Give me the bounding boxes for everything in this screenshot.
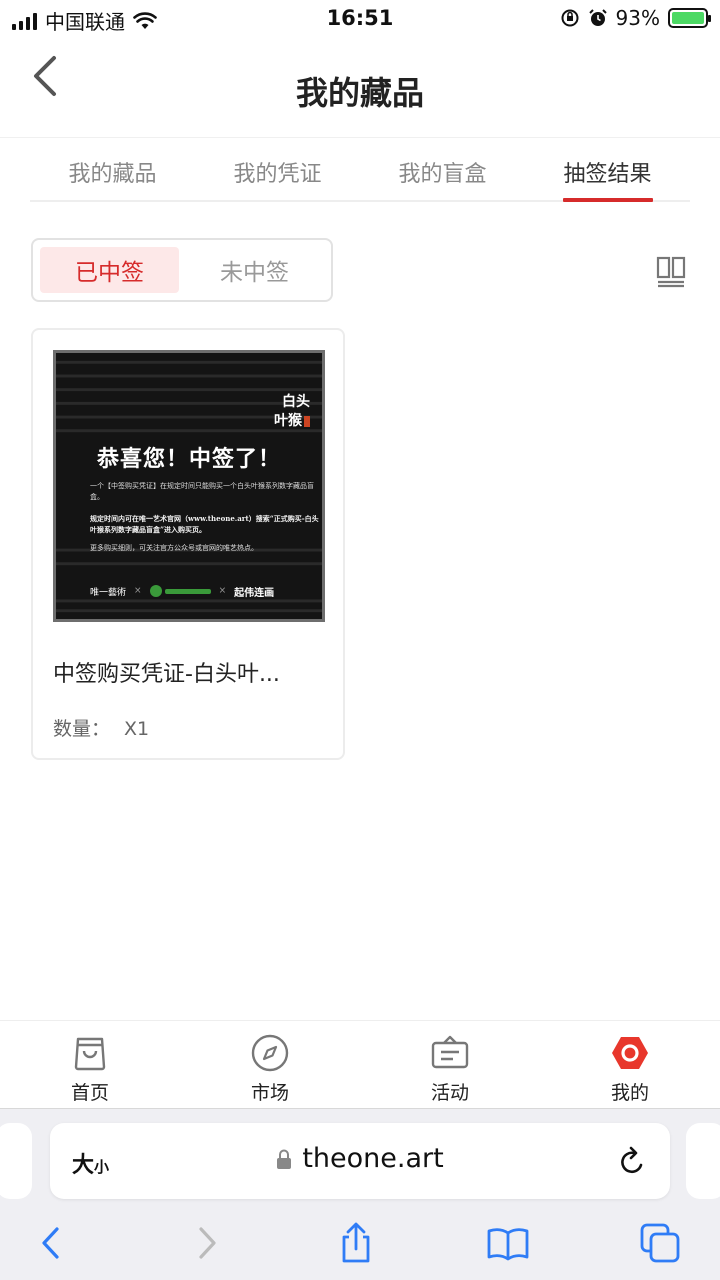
poster-footer-sep-1: × xyxy=(134,586,142,596)
nav-item-activity[interactable]: 活动 xyxy=(360,1021,540,1108)
address-bar[interactable]: 大小 theone.art xyxy=(50,1123,670,1199)
nav-label-mine: 我的 xyxy=(610,1082,649,1104)
tab-draw-results[interactable]: 抽签结果 xyxy=(525,142,690,202)
poster-headline: 恭喜您！中签了！ xyxy=(96,446,281,472)
bottom-nav: 首页 市场 活动 我的 xyxy=(0,1020,720,1108)
browser-back-icon[interactable] xyxy=(30,1221,74,1265)
status-bar: 中国联通 16:51 93% xyxy=(0,0,720,38)
nav-label-market: 市场 xyxy=(250,1082,289,1104)
battery-percent: 93% xyxy=(615,6,660,30)
poster-footer-right: 起伟连画 xyxy=(234,587,275,599)
collection-card[interactable]: 白头 叶猴 恭喜您！中签了！ 一个【中签购买凭证】在规定时间只能购买一个白头叶猴… xyxy=(31,328,345,760)
voucher-poster-image: 白头 叶猴 恭喜您！中签了！ 一个【中签购买凭证】在规定时间只能购买一个白头叶猴… xyxy=(53,350,325,622)
poster-body-2: 规定时间内可在唯一艺术官网（www.theone.art）搜索“正式购买-白头叶… xyxy=(90,514,319,534)
battery-icon xyxy=(668,8,711,28)
quantity-label: 数量： xyxy=(53,718,111,740)
poster-tag: 白头 叶猴 xyxy=(250,393,310,431)
tab-my-collections[interactable]: 我的藏品 xyxy=(30,142,195,200)
quantity-value: X1 xyxy=(124,718,150,740)
orientation-lock-icon xyxy=(561,9,579,27)
poster-footer-left: 唯一藝術 xyxy=(90,587,127,598)
browser-toolbar xyxy=(0,1217,720,1277)
previous-tab-preview[interactable] xyxy=(0,1123,32,1199)
grid-view-icon[interactable] xyxy=(656,256,686,288)
tab-bar: 我的藏品 我的凭证 我的盲盒 抽签结果 xyxy=(30,142,690,202)
poster-tag-line1: 白头 xyxy=(282,394,310,410)
shopping-bag-icon xyxy=(74,1037,106,1071)
alarm-icon xyxy=(588,9,607,26)
tab-my-vouchers[interactable]: 我的凭证 xyxy=(195,142,360,200)
next-tab-preview[interactable] xyxy=(686,1123,720,1199)
tabs-icon[interactable] xyxy=(638,1221,682,1265)
nav-item-home[interactable]: 首页 xyxy=(0,1021,180,1108)
lock-icon xyxy=(277,1149,292,1169)
filter-won-button[interactable]: 已中签 xyxy=(40,247,179,293)
card-quantity: 数量： X1 xyxy=(53,714,149,741)
header: 我的藏品 xyxy=(0,38,720,138)
nav-item-market[interactable]: 市场 xyxy=(180,1021,360,1108)
card-title: 中签购买凭证-白头叶... xyxy=(53,662,280,687)
tab-my-blind-boxes[interactable]: 我的盲盒 xyxy=(360,142,525,200)
bookmarks-icon[interactable] xyxy=(486,1221,530,1265)
url-text: theone.art xyxy=(302,1143,444,1174)
compass-icon xyxy=(251,1034,289,1072)
poster-body-3: 更多购买细则，可关注官方公众号或官网的唯艺热点。 xyxy=(90,544,258,552)
profile-hexagon-icon xyxy=(612,1037,648,1069)
filter-not-won-button[interactable]: 未中签 xyxy=(185,247,324,293)
poster-footer: 唯一藝術 × × 起伟连画 xyxy=(90,581,320,601)
browser-forward-icon[interactable] xyxy=(184,1221,228,1265)
page-title: 我的藏品 xyxy=(295,74,424,112)
poster-body-1: 一个【中签购买凭证】在规定时间只能购买一个白头叶猴系列数字藏品盲盒。 xyxy=(90,482,314,501)
seal-icon xyxy=(304,415,310,427)
url-display[interactable]: theone.art xyxy=(50,1143,670,1174)
poster-tag-line2: 叶猴 xyxy=(274,413,302,429)
browser-chrome: 大小 theone.art xyxy=(0,1108,720,1280)
poster-footer-sep-2: × xyxy=(218,586,227,596)
result-filter: 已中签 未中签 xyxy=(31,238,333,302)
share-icon[interactable] xyxy=(334,1221,378,1265)
partner-logo-icon xyxy=(149,585,211,597)
reload-icon[interactable] xyxy=(618,1145,648,1177)
ticket-icon xyxy=(431,1035,469,1069)
nav-item-mine[interactable]: 我的 xyxy=(540,1021,720,1108)
status-right: 93% xyxy=(560,6,711,30)
nav-label-home: 首页 xyxy=(70,1082,109,1104)
nav-label-activity: 活动 xyxy=(430,1082,469,1104)
